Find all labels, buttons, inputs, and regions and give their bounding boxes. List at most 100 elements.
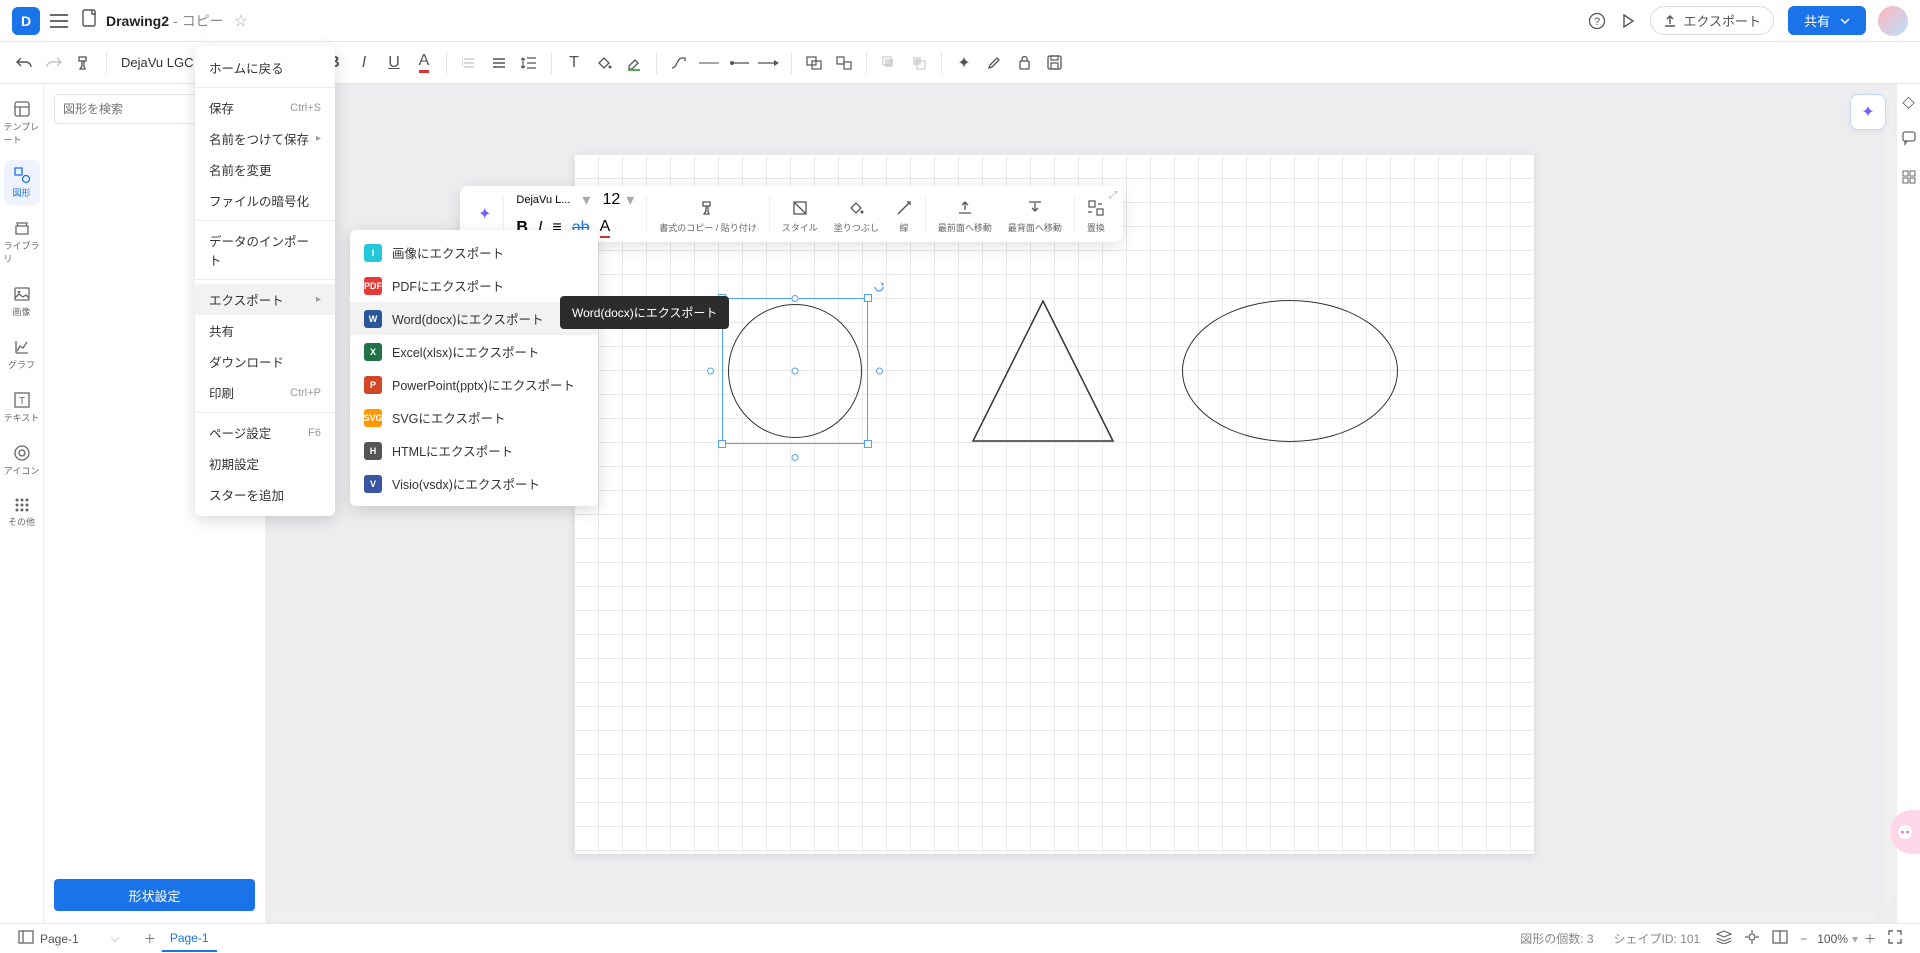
arrow-end-button[interactable] (755, 49, 783, 77)
canvas-page[interactable] (574, 154, 1534, 854)
menu-download[interactable]: ダウンロード (195, 346, 335, 377)
export-visio[interactable]: VVisio(vsdx)にエクスポート (350, 467, 598, 500)
rotate-handle[interactable] (873, 281, 885, 293)
menu-save[interactable]: 保存Ctrl+S (195, 92, 335, 123)
shape-circle[interactable] (728, 304, 862, 438)
menu-export[interactable]: エクスポート▸ (195, 284, 335, 315)
rail-more[interactable]: その他 (4, 491, 40, 534)
ctx-font-select[interactable] (516, 194, 576, 206)
menu-encrypt[interactable]: ファイルの暗号化 (195, 185, 335, 216)
layers-icon[interactable] (1716, 930, 1732, 947)
rail-icons[interactable]: アイコン (4, 438, 40, 483)
font-color-button[interactable]: A (410, 49, 438, 77)
connector-button[interactable] (665, 49, 693, 77)
resize-handle-ne[interactable] (864, 294, 872, 302)
share-button[interactable]: 共有 (1788, 6, 1866, 35)
zoom-out-button[interactable]: − (1800, 932, 1807, 946)
hamburger-icon[interactable] (50, 14, 68, 28)
line-icon[interactable] (895, 199, 913, 217)
rail-images[interactable]: 画像 (4, 279, 40, 324)
arrow-start-button[interactable] (725, 49, 753, 77)
export-button[interactable]: エクスポート (1650, 6, 1774, 35)
send-back-icon[interactable] (1026, 199, 1044, 217)
zoom-in-button[interactable]: ＋ (1864, 930, 1876, 947)
rail-templates[interactable]: テンプレート (4, 94, 40, 152)
redo-button[interactable] (40, 49, 68, 77)
ctx-color[interactable]: A (600, 218, 611, 238)
save-icon-button[interactable] (1040, 49, 1068, 77)
shape-ellipse[interactable] (1182, 300, 1398, 442)
rail-charts[interactable]: グラフ (4, 332, 40, 377)
shape-triangle[interactable] (969, 297, 1117, 445)
page-select[interactable]: Page-1 ⌵ (40, 931, 120, 946)
export-image[interactable]: I画像にエクスポート (350, 236, 598, 269)
help-icon[interactable]: ? (1588, 12, 1606, 30)
rail-text[interactable]: Tテキスト (4, 385, 40, 430)
horizontal-scrollbar[interactable] (272, 911, 1876, 921)
export-svg[interactable]: SVGSVGにエクスポート (350, 401, 598, 434)
export-ppt[interactable]: PPowerPoint(pptx)にエクスポート (350, 368, 598, 401)
edit-button[interactable] (980, 49, 1008, 77)
right-rail-grid-icon[interactable] (1901, 169, 1917, 190)
bring-front-button[interactable] (875, 49, 903, 77)
resize-handle-se[interactable] (864, 440, 872, 448)
star-icon[interactable]: ☆ (234, 11, 248, 31)
style-icon[interactable] (791, 199, 809, 217)
resize-handle-sw[interactable] (718, 440, 726, 448)
menu-home[interactable]: ホームに戻る (195, 52, 335, 83)
format-painter-icon[interactable] (699, 199, 717, 217)
add-page-button[interactable]: ＋ (144, 930, 156, 947)
right-rail-diamond-icon[interactable]: ◇ (1902, 92, 1914, 112)
menu-save-as[interactable]: 名前をつけて保存▸ (195, 123, 335, 154)
vertical-scrollbar[interactable] (1884, 90, 1894, 903)
rail-library[interactable]: ライブラリ (4, 213, 40, 271)
fill-icon[interactable] (847, 199, 865, 217)
right-rail-comment-icon[interactable] (1901, 130, 1917, 151)
avatar[interactable] (1878, 6, 1908, 36)
replace-icon[interactable] (1087, 199, 1105, 217)
play-icon[interactable] (1620, 13, 1636, 29)
ai-spark-icon[interactable]: ✦ (478, 204, 491, 224)
mid-handle-n[interactable] (792, 295, 799, 302)
mid-handle-e[interactable] (876, 368, 883, 375)
fill-button[interactable] (590, 49, 618, 77)
menu-print[interactable]: 印刷Ctrl+P (195, 377, 335, 408)
ctx-font-size[interactable]: 12 (602, 191, 620, 209)
page-tab[interactable]: Page-1 (162, 926, 217, 952)
lock-button[interactable] (1010, 49, 1038, 77)
shape-settings-button[interactable]: 形状設定 (54, 879, 255, 911)
zoom-level[interactable]: 100% (1817, 932, 1848, 946)
line-style-button[interactable] (695, 49, 723, 77)
effects-button[interactable]: ✦ (950, 49, 978, 77)
outline-icon[interactable] (1772, 930, 1788, 947)
menu-share[interactable]: 共有 (195, 315, 335, 346)
mid-handle-w[interactable] (707, 368, 714, 375)
menu-page-setup[interactable]: ページ設定F6 (195, 417, 335, 448)
format-painter-button[interactable] (70, 49, 98, 77)
fullscreen-button[interactable] (1888, 930, 1902, 947)
menu-star[interactable]: スターを追加 (195, 479, 335, 510)
text-tool-button[interactable]: T (560, 49, 588, 77)
mid-handle-s[interactable] (792, 454, 799, 461)
ctx-pin-icon[interactable]: ⤢ (1109, 190, 1117, 201)
export-excel[interactable]: XExcel(xlsx)にエクスポート (350, 335, 598, 368)
highlight-button[interactable] (620, 49, 648, 77)
italic-button[interactable]: I (350, 49, 378, 77)
ungroup-button[interactable] (830, 49, 858, 77)
focus-icon[interactable] (1744, 929, 1760, 948)
menu-rename[interactable]: 名前を変更 (195, 154, 335, 185)
line-height-button[interactable] (515, 49, 543, 77)
bring-front-icon[interactable] (956, 199, 974, 217)
rail-shapes[interactable]: 図形 (4, 160, 40, 205)
group-button[interactable] (800, 49, 828, 77)
export-html[interactable]: HHTMLにエクスポート (350, 434, 598, 467)
menu-init[interactable]: 初期設定 (195, 448, 335, 479)
text-align-button[interactable] (455, 49, 483, 77)
send-back-button[interactable] (905, 49, 933, 77)
align-button[interactable] (485, 49, 513, 77)
underline-button[interactable]: U (380, 49, 408, 77)
pages-panel-icon[interactable] (18, 930, 34, 947)
undo-button[interactable] (10, 49, 38, 77)
app-logo[interactable]: D (12, 7, 40, 35)
document-title[interactable]: Drawing2 (106, 13, 169, 29)
